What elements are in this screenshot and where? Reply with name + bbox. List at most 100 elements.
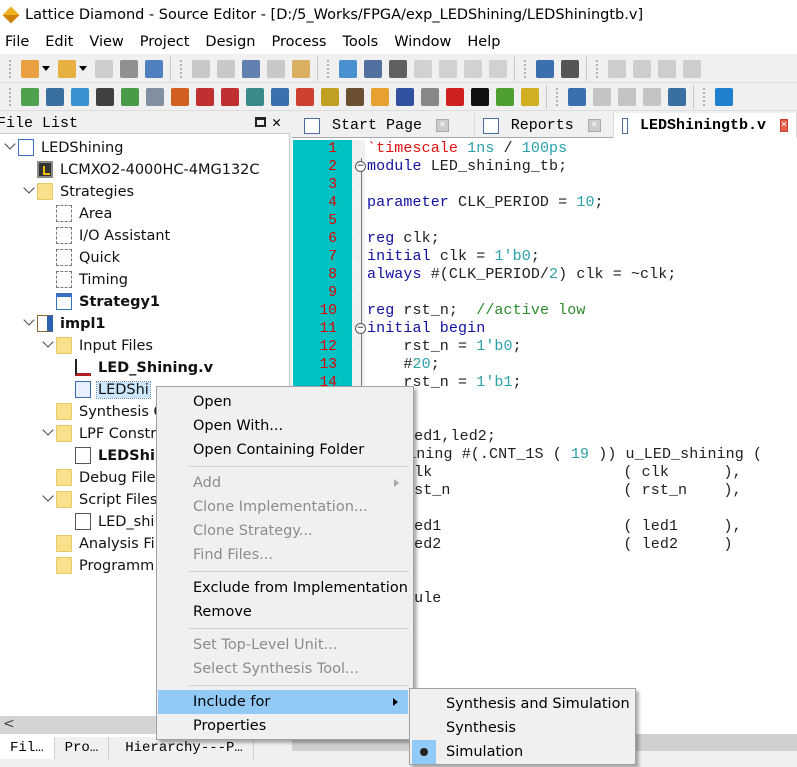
reveal-analyzer-icon[interactable] xyxy=(520,87,539,106)
rerun-all-icon[interactable] xyxy=(657,59,676,78)
chevron-down-icon[interactable] xyxy=(23,314,35,326)
zoom-in-icon[interactable] xyxy=(413,59,432,78)
next-pane-icon[interactable] xyxy=(617,87,636,106)
chevron-down-icon[interactable] xyxy=(42,424,54,436)
copy-icon[interactable] xyxy=(266,59,285,78)
tree-item[interactable]: I/O Assistant xyxy=(56,225,171,246)
close-tab-icon[interactable]: ✕ xyxy=(779,119,788,132)
programmer-icon[interactable] xyxy=(370,87,389,106)
zoom-area-icon[interactable] xyxy=(488,59,507,78)
tree-item[interactable]: Programm xyxy=(56,555,155,576)
menu-file[interactable]: File xyxy=(0,34,37,50)
merge-icon[interactable] xyxy=(667,87,686,106)
modelsim-icon[interactable] xyxy=(470,87,489,106)
tree-item[interactable]: Strategy1 xyxy=(56,291,161,312)
chevron-down-icon[interactable] xyxy=(42,336,54,348)
submenu-item-synthesis-and-simulation[interactable]: Synthesis and Simulation xyxy=(411,692,635,716)
tree-item[interactable]: LED_shi xyxy=(75,511,155,532)
toolbar-grip[interactable] xyxy=(9,87,12,106)
web-icon[interactable] xyxy=(714,87,733,106)
zoom-fit-icon[interactable] xyxy=(463,59,482,78)
add-pane-icon[interactable] xyxy=(567,87,586,106)
menu-item-open-containing-folder[interactable]: Open Containing Folder xyxy=(158,438,409,462)
fold-toggle-icon[interactable]: − xyxy=(355,161,366,172)
stop-icon[interactable] xyxy=(682,59,701,78)
menu-item-open-with[interactable]: Open With... xyxy=(158,414,409,438)
print-icon[interactable] xyxy=(144,59,163,78)
toolbar-grip[interactable] xyxy=(524,59,527,78)
close-tab-icon[interactable]: ✕ xyxy=(587,119,601,132)
save-all-icon[interactable] xyxy=(119,59,138,78)
find-icon[interactable] xyxy=(388,59,407,78)
tree-item[interactable]: Script Files xyxy=(42,489,158,510)
chevron-down-icon[interactable] xyxy=(23,182,35,194)
tree-item[interactable]: Synthesis C xyxy=(56,401,165,422)
menu-edit[interactable]: Edit xyxy=(40,34,81,50)
close-tab-icon[interactable]: ✕ xyxy=(436,119,450,132)
physical-view-icon[interactable] xyxy=(170,87,189,106)
edit-star-icon[interactable] xyxy=(20,87,39,106)
menu-view[interactable]: View xyxy=(84,34,131,50)
menu-tools[interactable]: Tools xyxy=(338,34,387,50)
toolbar-grip[interactable] xyxy=(556,87,559,106)
dropdown-arrow-icon[interactable] xyxy=(42,66,50,71)
tree-item[interactable]: LPF Constr xyxy=(42,423,157,444)
tab-start-page[interactable]: Start Page ✕ xyxy=(296,113,475,138)
dropdown-arrow-icon[interactable] xyxy=(79,66,87,71)
open-folder-icon[interactable] xyxy=(57,59,76,78)
swap-icon[interactable] xyxy=(642,87,661,106)
float-panel-icon[interactable] xyxy=(255,117,266,127)
split-icon[interactable] xyxy=(592,87,611,106)
zoom-out-icon[interactable] xyxy=(438,59,457,78)
start-page-icon[interactable] xyxy=(338,59,357,78)
device-icon[interactable] xyxy=(560,59,579,78)
tree-item[interactable]: Debug File xyxy=(56,467,157,488)
close-panel-icon[interactable]: ✕ xyxy=(272,113,281,134)
paste-icon[interactable] xyxy=(291,59,310,78)
report-icon[interactable] xyxy=(363,59,382,78)
toolbar-grip[interactable] xyxy=(596,59,599,78)
reveal-icon[interactable] xyxy=(220,87,239,106)
tree-item[interactable]: LED_Shining.v xyxy=(75,357,214,378)
chip-brown-icon[interactable] xyxy=(345,87,364,106)
spreadsheet-icon[interactable] xyxy=(45,87,64,106)
tree-item[interactable]: Timing xyxy=(56,269,129,290)
panel-tab[interactable]: Pro… xyxy=(54,737,110,759)
tree-item[interactable]: Quick xyxy=(56,247,121,268)
strategy-icon[interactable] xyxy=(535,59,554,78)
toolbar-grip[interactable] xyxy=(9,59,12,78)
menu-design[interactable]: Design xyxy=(200,34,263,50)
netlist-analyzer-icon[interactable] xyxy=(95,87,114,106)
fold-toggle-icon[interactable]: − xyxy=(355,323,366,334)
submenu-item-synthesis[interactable]: Synthesis xyxy=(411,716,635,740)
chevron-down-icon[interactable] xyxy=(4,138,16,150)
chip-icon[interactable] xyxy=(70,87,89,106)
menu-item-open[interactable]: Open xyxy=(158,390,409,414)
menu-item-exclude-from-implementation[interactable]: Exclude from Implementation xyxy=(158,576,409,600)
menu-process[interactable]: Process xyxy=(266,34,334,50)
submenu-item-simulation[interactable]: Simulation xyxy=(411,740,635,764)
redo-icon[interactable] xyxy=(216,59,235,78)
menu-item-remove[interactable]: Remove xyxy=(158,600,409,624)
sync-icon[interactable] xyxy=(445,87,464,106)
chevron-down-icon[interactable] xyxy=(42,490,54,502)
tree-item[interactable]: LCMXO2-4000HC-4MG132C xyxy=(37,159,261,180)
floorplan-icon[interactable] xyxy=(120,87,139,106)
power-icon[interactable] xyxy=(295,87,314,106)
tree-item[interactable]: Analysis Fil xyxy=(56,533,160,554)
tree-item[interactable]: Strategies xyxy=(23,181,135,202)
toolbar-grip[interactable] xyxy=(327,59,330,78)
tree-item[interactable]: Area xyxy=(56,203,113,224)
ipexpress-icon[interactable] xyxy=(245,87,264,106)
scroll-left-icon[interactable]: < xyxy=(3,716,15,732)
menu-item-properties[interactable]: Properties xyxy=(158,714,409,738)
package-icon[interactable] xyxy=(145,87,164,106)
toolbar-grip[interactable] xyxy=(703,87,706,106)
tree-item[interactable]: LEDShining xyxy=(4,137,124,158)
menu-help[interactable]: Help xyxy=(462,34,508,50)
tab-reports[interactable]: Reports ✕ xyxy=(475,113,614,138)
timing-icon[interactable] xyxy=(270,87,289,106)
tree-item[interactable]: LEDShi xyxy=(75,445,156,466)
panel-tab[interactable]: Fil… xyxy=(0,737,55,759)
toolbar-grip[interactable] xyxy=(180,59,183,78)
